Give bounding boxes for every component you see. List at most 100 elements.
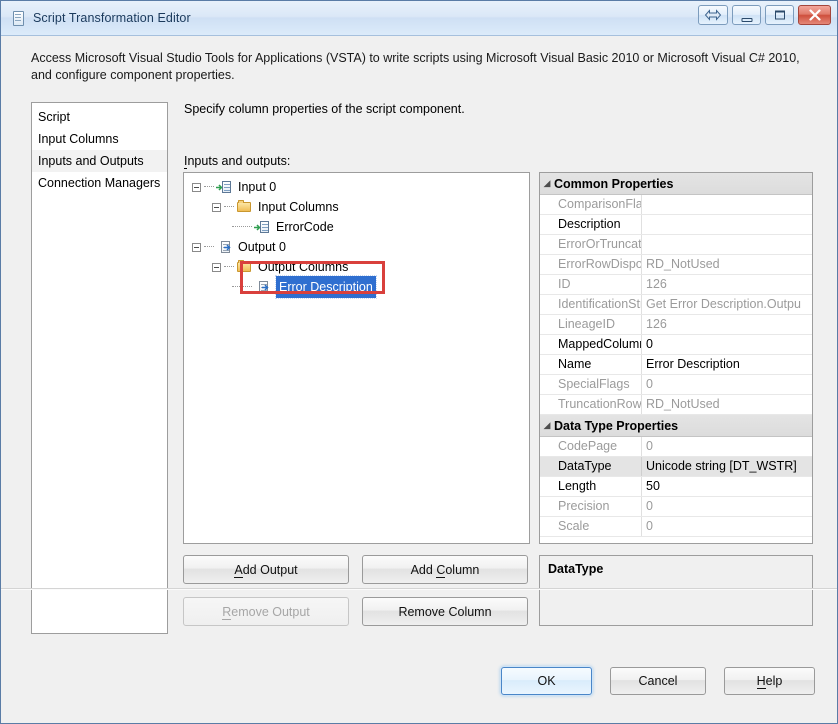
add-output-button[interactable]: Add Output — [183, 555, 349, 584]
property-row-selected[interactable]: DataType Unicode string [DT_WSTR] — [540, 457, 812, 477]
mnemonic-letter: R — [222, 604, 232, 620]
property-value[interactable]: 0 — [642, 497, 812, 516]
property-value[interactable]: RD_NotUsed — [642, 255, 812, 274]
tree-node-input-0[interactable]: Input 0 — [184, 177, 529, 197]
window-controls — [698, 5, 831, 25]
add-column-label-post: olumn — [445, 562, 480, 577]
property-value[interactable]: 126 — [642, 275, 812, 294]
tree-node-label: Output Columns — [258, 260, 349, 274]
property-value[interactable]: Error Description — [642, 355, 812, 374]
property-value[interactable]: 0 — [642, 375, 812, 394]
property-row[interactable]: TruncationRowDis RD_NotUsed — [540, 395, 812, 415]
add-output-label: dd Output — [242, 562, 298, 577]
dialog-body: Script Input Columns Inputs and Outputs … — [1, 94, 837, 657]
remove-output-button: Remove Output — [183, 597, 349, 626]
property-description-title: DataType — [548, 562, 604, 576]
cancel-button[interactable]: Cancel — [610, 667, 706, 695]
expander-icon[interactable] — [192, 242, 201, 252]
sidebar-item-inputs-and-outputs[interactable]: Inputs and Outputs — [32, 150, 167, 172]
property-row[interactable]: IdentificationString Get Error Descripti… — [540, 295, 812, 315]
tree-node-output-0[interactable]: Output 0 — [184, 237, 529, 257]
property-row[interactable]: MappedColumnID 0 — [540, 335, 812, 355]
property-category-label: Common Properties — [554, 176, 674, 191]
help-button[interactable]: Help — [724, 667, 815, 695]
property-row[interactable]: Precision 0 — [540, 497, 812, 517]
property-row[interactable]: SpecialFlags 0 — [540, 375, 812, 395]
folder-icon — [236, 259, 252, 275]
property-name: DataType — [540, 457, 642, 476]
tree-connector — [224, 266, 234, 268]
property-row[interactable]: Length 50 — [540, 477, 812, 497]
help-arrow-icon[interactable] — [698, 5, 728, 25]
pane-instruction: Specify column properties of the script … — [184, 102, 465, 116]
property-grid[interactable]: ◢ Common Properties ComparisonFlags Desc… — [539, 172, 813, 544]
expander-icon[interactable] — [212, 202, 221, 212]
maximize-icon[interactable] — [765, 5, 794, 25]
page-navigation-list[interactable]: Script Input Columns Inputs and Outputs … — [31, 102, 168, 634]
tree-node-input-columns[interactable]: Input Columns — [184, 197, 529, 217]
output-icon — [216, 239, 232, 255]
mnemonic-letter: C — [436, 562, 446, 578]
property-row[interactable]: LineageID 126 — [540, 315, 812, 335]
input-column-icon — [254, 219, 270, 235]
property-name: Precision — [540, 497, 642, 516]
property-name: MappedColumnID — [540, 335, 642, 354]
tree-node-label: Input 0 — [238, 180, 277, 194]
property-name: Scale — [540, 517, 642, 536]
property-value[interactable]: RD_NotUsed — [642, 395, 812, 414]
property-value[interactable]: 0 — [642, 335, 812, 354]
tree-connector — [204, 246, 214, 248]
property-name: ComparisonFlags — [540, 195, 642, 214]
close-icon[interactable] — [798, 5, 831, 25]
remove-column-label: Remove Column — [398, 604, 492, 619]
output-column-icon — [254, 279, 270, 295]
sidebar-item-connection-managers[interactable]: Connection Managers — [32, 172, 167, 194]
tree-node-error-description[interactable]: Error Description — [184, 275, 529, 299]
property-row[interactable]: ID 126 — [540, 275, 812, 295]
property-row[interactable]: Description — [540, 215, 812, 235]
property-value[interactable]: 0 — [642, 517, 812, 536]
collapse-triangle-icon[interactable]: ◢ — [540, 178, 554, 189]
property-value[interactable]: Get Error Description.Outpu — [642, 295, 812, 314]
property-value[interactable]: 0 — [642, 437, 812, 456]
property-value[interactable] — [642, 235, 812, 254]
ok-button[interactable]: OK — [501, 667, 592, 695]
mnemonic-letter: H — [756, 674, 766, 689]
add-column-button[interactable]: Add Column — [362, 555, 528, 584]
sidebar-item-script[interactable]: Script — [32, 106, 167, 128]
property-category-common[interactable]: ◢ Common Properties — [540, 173, 812, 195]
tree-connector — [204, 186, 214, 188]
tree-node-errorcode[interactable]: ErrorCode — [184, 217, 529, 237]
tree-connector — [232, 226, 252, 228]
property-value[interactable]: Unicode string [DT_WSTR] — [642, 457, 812, 476]
tree-connector — [232, 286, 252, 288]
minimize-icon[interactable] — [732, 5, 761, 25]
property-row[interactable]: Name Error Description — [540, 355, 812, 375]
property-name: Length — [540, 477, 642, 496]
property-row[interactable]: ErrorRowDispositi RD_NotUsed — [540, 255, 812, 275]
expander-icon[interactable] — [192, 182, 201, 192]
footer-divider — [1, 588, 837, 590]
property-value[interactable]: 50 — [642, 477, 812, 496]
property-row[interactable]: CodePage 0 — [540, 437, 812, 457]
expander-icon[interactable] — [212, 262, 221, 272]
property-row[interactable]: Scale 0 — [540, 517, 812, 537]
tree-node-label-selected[interactable]: Error Description — [275, 275, 377, 299]
property-row[interactable]: ComparisonFlags — [540, 195, 812, 215]
remove-column-button[interactable]: Remove Column — [362, 597, 528, 626]
collapse-triangle-icon[interactable]: ◢ — [540, 420, 554, 431]
add-column-label-pre: Add — [410, 562, 437, 577]
property-row[interactable]: ErrorOrTruncation — [540, 235, 812, 255]
tree-node-output-columns[interactable]: Output Columns — [184, 257, 529, 277]
property-category-label: Data Type Properties — [554, 418, 679, 433]
inputs-outputs-tree[interactable]: Input 0 Input Columns ErrorCode Output 0… — [183, 172, 530, 544]
property-value[interactable]: 126 — [642, 315, 812, 334]
property-name: Description — [540, 215, 642, 234]
property-value[interactable] — [642, 195, 812, 214]
sidebar-item-input-columns[interactable]: Input Columns — [32, 128, 167, 150]
input-icon — [216, 179, 232, 195]
property-category-datatype[interactable]: ◢ Data Type Properties — [540, 415, 812, 437]
property-value[interactable] — [642, 215, 812, 234]
property-name: SpecialFlags — [540, 375, 642, 394]
tree-connector — [224, 206, 234, 208]
